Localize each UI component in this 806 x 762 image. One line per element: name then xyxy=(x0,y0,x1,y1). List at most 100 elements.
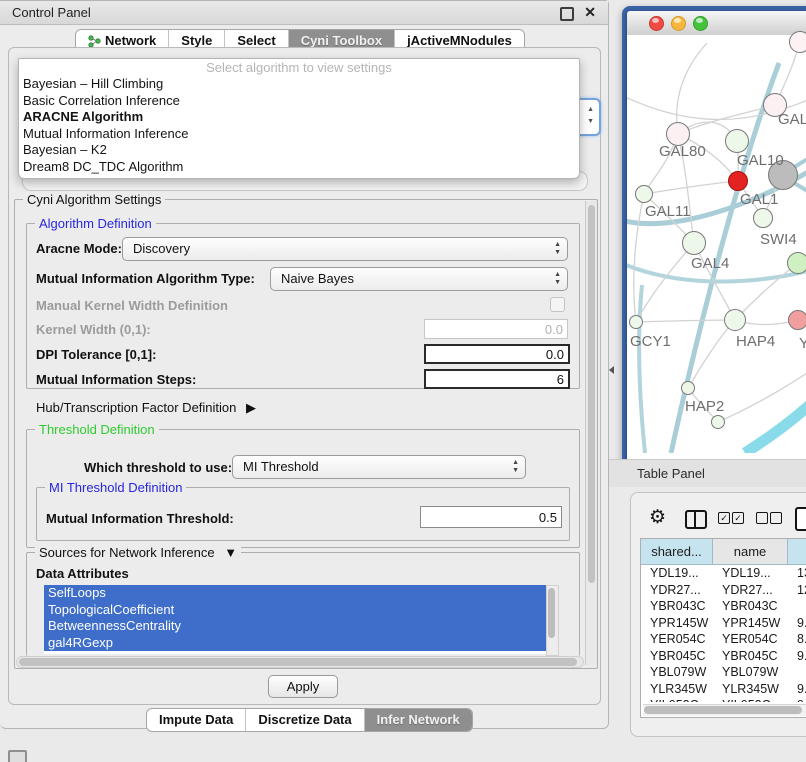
cell: 9. xyxy=(788,648,806,665)
split-pane-grip[interactable] xyxy=(609,366,614,374)
combo-down-icon: ▼ xyxy=(554,249,561,256)
column-header-clipped[interactable] xyxy=(788,539,806,565)
kernel-width-field[interactable] xyxy=(424,319,568,339)
network-view-window: GAL GAL80 GAL10 GAL1 GAL11 SWI4 GAL4 GCY… xyxy=(622,6,806,468)
node-label: HAP2 xyxy=(685,398,724,415)
sources-legend[interactable]: Sources for Network Inference ▼ xyxy=(35,545,241,560)
attribute-item[interactable]: SelfLoops xyxy=(44,585,546,602)
network-node-gcy1[interactable] xyxy=(629,315,643,329)
threshold-definition-legend: Threshold Definition xyxy=(35,422,159,437)
combo-up-icon: ▲ xyxy=(554,241,561,248)
aracne-mode-value: Discovery xyxy=(133,241,190,256)
cell: YPR145W xyxy=(713,615,788,632)
sources-legend-text: Sources for Network Inference xyxy=(39,545,215,560)
table-row[interactable]: YPR145WYPR145W9. xyxy=(641,615,806,632)
network-node[interactable] xyxy=(789,31,806,53)
cell: YBR043C xyxy=(641,598,713,615)
gear-icon[interactable]: ⚙ xyxy=(649,508,666,527)
tab-impute-data[interactable]: Impute Data xyxy=(147,709,245,731)
zoom-traffic-light-icon[interactable] xyxy=(693,16,708,31)
column-header-name[interactable]: name xyxy=(713,539,788,565)
network-node-hap2[interactable] xyxy=(681,381,695,395)
attribute-item[interactable]: BetweennessCentrality xyxy=(44,618,546,635)
control-panel-titlebar: Control Panel ✕ xyxy=(0,1,608,25)
cell: 9. xyxy=(788,697,806,702)
node-label: GAL xyxy=(778,111,806,128)
data-attributes-list[interactable]: SelfLoops TopologicalCoefficient Between… xyxy=(44,585,546,654)
select-all-icon[interactable]: ✓ xyxy=(732,512,744,524)
settings-vertical-scrollbar[interactable] xyxy=(585,201,597,665)
cell: YPR145W xyxy=(641,615,713,632)
algorithm-definition-legend: Algorithm Definition xyxy=(35,216,156,231)
manual-kernel-checkbox[interactable] xyxy=(550,297,565,312)
cell: YER054C xyxy=(713,631,788,648)
tab-infer-network[interactable]: Infer Network xyxy=(364,709,472,731)
settings-horizontal-scrollbar[interactable] xyxy=(16,656,584,668)
attribute-item[interactable]: TopologicalCoefficient xyxy=(44,602,546,619)
mi-steps-field[interactable] xyxy=(424,369,570,389)
close-traffic-light-icon[interactable] xyxy=(649,16,664,31)
table-row[interactable]: YBR045CYBR045C9. xyxy=(641,648,806,665)
network-node-green[interactable] xyxy=(787,252,806,274)
table-row[interactable]: YER054CYER054C8. xyxy=(641,631,806,648)
aracne-mode-combo[interactable]: Discovery ▲ ▼ xyxy=(122,237,568,261)
network-node-salmon[interactable] xyxy=(788,310,806,330)
aracne-mode-label: Aracne Mode: xyxy=(36,241,122,256)
table-row[interactable]: YDL19...YDL19...13 xyxy=(641,565,806,582)
hub-definition-expander[interactable]: Hub/Transcription Factor Definition ▶ xyxy=(36,400,256,416)
network-node-swi4[interactable] xyxy=(753,208,773,228)
network-node-gal1-selected[interactable] xyxy=(728,171,748,191)
dropdown-item[interactable]: Dream8 DC_TDC Algorithm xyxy=(19,159,579,176)
table-horizontal-scrollbar[interactable] xyxy=(643,704,806,716)
node-label: GAL80 xyxy=(659,143,706,160)
apply-button[interactable]: Apply xyxy=(268,675,338,698)
column-header-shared-name[interactable]: shared... xyxy=(641,539,713,565)
combo-up-icon: ▲ xyxy=(554,271,561,278)
node-label: GAL4 xyxy=(691,255,729,272)
dropdown-item[interactable]: Bayesian – Hill Climbing xyxy=(19,76,579,93)
network-node-gal10[interactable] xyxy=(725,129,749,153)
attribute-item[interactable]: gal4RGexp xyxy=(44,635,546,652)
collapsed-panel-button[interactable] xyxy=(8,750,27,762)
table-row[interactable]: YIL052CYIL052C9. xyxy=(641,697,806,702)
mi-threshold-field[interactable] xyxy=(420,506,562,528)
kernel-width-label: Kernel Width (0,1): xyxy=(36,322,151,337)
node-label: GCY1 xyxy=(630,333,671,350)
float-window-icon[interactable] xyxy=(560,7,574,21)
cell: YDL19... xyxy=(713,565,788,582)
cell: YBR043C xyxy=(713,598,788,615)
network-node[interactable] xyxy=(711,415,725,429)
dropdown-item[interactable]: Bayesian – K2 xyxy=(19,142,579,159)
table-row[interactable]: YDR27...YDR27...12 xyxy=(641,582,806,599)
table-row[interactable]: YLR345WYLR345W9. xyxy=(641,681,806,698)
table-row[interactable]: YBR043CYBR043C xyxy=(641,598,806,615)
mi-threshold-legend: MI Threshold Definition xyxy=(45,480,186,495)
network-canvas[interactable]: GAL GAL80 GAL10 GAL1 GAL11 SWI4 GAL4 GCY… xyxy=(627,35,806,453)
dpi-tolerance-field[interactable] xyxy=(424,344,570,364)
dpi-tolerance-label: DPI Tolerance [0,1]: xyxy=(36,347,156,362)
cell: 9. xyxy=(788,681,806,698)
which-threshold-combo[interactable]: MI Threshold ▲ ▼ xyxy=(232,455,526,479)
cell: 12 xyxy=(788,582,806,599)
mi-threshold-label: Mutual Information Threshold: xyxy=(46,511,234,526)
minimize-traffic-light-icon[interactable] xyxy=(671,16,686,31)
network-node-gal4[interactable] xyxy=(682,231,706,255)
deselect-all-icon[interactable] xyxy=(770,512,782,524)
dropdown-item-selected[interactable]: ARACNE Algorithm xyxy=(19,109,579,126)
table-row[interactable]: YBL079WYBL079W xyxy=(641,664,806,681)
export-table-icon[interactable] xyxy=(795,507,806,531)
close-icon[interactable]: ✕ xyxy=(584,4,596,21)
dropdown-item[interactable]: Mutual Information Inference xyxy=(19,126,579,143)
mi-type-label: Mutual Information Algorithm Type: xyxy=(36,271,255,286)
deselect-all-icon[interactable] xyxy=(756,512,768,524)
network-icon xyxy=(88,35,101,48)
mi-type-combo[interactable]: Naive Bayes ▲ ▼ xyxy=(270,267,568,291)
network-window-titlebar[interactable] xyxy=(627,11,806,36)
tab-discretize-data[interactable]: Discretize Data xyxy=(245,709,363,731)
dropdown-item[interactable]: Basic Correlation Inference xyxy=(19,93,579,110)
network-node-hap4[interactable] xyxy=(724,309,746,331)
network-node-gal11[interactable] xyxy=(635,185,653,203)
columns-icon[interactable] xyxy=(685,510,707,529)
attributes-scrollbar[interactable] xyxy=(546,585,559,656)
select-all-icon[interactable]: ✓ xyxy=(718,512,730,524)
